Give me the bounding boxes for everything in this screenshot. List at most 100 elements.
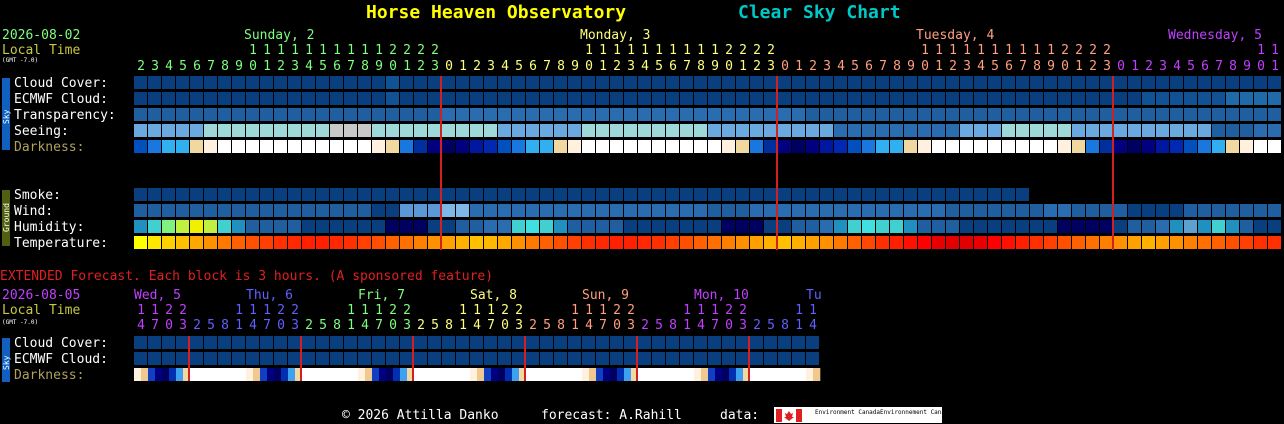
transparency-cell[interactable] — [302, 108, 315, 121]
cloud-cell[interactable] — [512, 76, 525, 89]
seeing-cell[interactable] — [946, 124, 959, 137]
extended-darkness-cell[interactable] — [547, 368, 555, 381]
ecmwf-cell[interactable] — [512, 92, 525, 105]
temperature-cell[interactable] — [442, 236, 455, 249]
temperature-cell[interactable] — [1030, 236, 1043, 249]
humidity-cell[interactable] — [148, 220, 161, 233]
darkness-cell[interactable] — [764, 140, 777, 153]
wind-cell[interactable] — [400, 204, 413, 217]
cloud-cell[interactable] — [148, 76, 161, 89]
transparency-cell[interactable] — [316, 108, 329, 121]
extended-cloud-cell[interactable] — [568, 336, 581, 349]
extended-ecmwf-cell[interactable] — [148, 352, 161, 365]
seeing-cell[interactable] — [652, 124, 665, 137]
ecmwf-cell[interactable] — [1184, 92, 1197, 105]
smoke-cell[interactable] — [1002, 188, 1015, 201]
smoke-cell[interactable] — [442, 188, 455, 201]
extended-cloud-cell[interactable] — [358, 336, 371, 349]
temperature-cell[interactable] — [512, 236, 525, 249]
cloud-cell[interactable] — [484, 76, 497, 89]
ecmwf-cell[interactable] — [1212, 92, 1225, 105]
extended-cloud-cell[interactable] — [708, 336, 721, 349]
temperature-cell[interactable] — [316, 236, 329, 249]
humidity-cell[interactable] — [400, 220, 413, 233]
cloud-cell[interactable] — [526, 76, 539, 89]
ecmwf-cell[interactable] — [260, 92, 273, 105]
extended-ecmwf-cell[interactable] — [638, 352, 651, 365]
seeing-cell[interactable] — [372, 124, 385, 137]
wind-cell[interactable] — [1142, 204, 1155, 217]
transparency-cell[interactable] — [1184, 108, 1197, 121]
ecmwf-cell[interactable] — [456, 92, 469, 105]
transparency-cell[interactable] — [792, 108, 805, 121]
wind-cell[interactable] — [1016, 204, 1029, 217]
darkness-cell[interactable] — [1058, 140, 1071, 153]
extended-darkness-cell[interactable] — [736, 368, 744, 381]
cloud-cell[interactable] — [1226, 76, 1239, 89]
temperature-cell[interactable] — [1128, 236, 1141, 249]
extended-cloud-cell[interactable] — [456, 336, 469, 349]
wind-cell[interactable] — [750, 204, 763, 217]
smoke-cell[interactable] — [316, 188, 329, 201]
cloud-cell[interactable] — [1016, 76, 1029, 89]
temperature-cell[interactable] — [1254, 236, 1267, 249]
temperature-cell[interactable] — [358, 236, 371, 249]
ecmwf-cell[interactable] — [344, 92, 357, 105]
smoke-cell[interactable] — [526, 188, 539, 201]
darkness-cell[interactable] — [680, 140, 693, 153]
seeing-cell[interactable] — [1114, 124, 1127, 137]
extended-darkness-cell[interactable] — [582, 368, 590, 381]
wind-cell[interactable] — [568, 204, 581, 217]
ecmwf-cell[interactable] — [428, 92, 441, 105]
extended-ecmwf-cell[interactable] — [134, 352, 147, 365]
ecmwf-cell[interactable] — [484, 92, 497, 105]
extended-ecmwf-cell[interactable] — [176, 352, 189, 365]
extended-cloud-cell[interactable] — [400, 336, 413, 349]
transparency-cell[interactable] — [610, 108, 623, 121]
ecmwf-cell[interactable] — [666, 92, 679, 105]
cloud-cell[interactable] — [344, 76, 357, 89]
cloud-cell[interactable] — [1100, 76, 1113, 89]
wind-cell[interactable] — [134, 204, 147, 217]
humidity-cell[interactable] — [274, 220, 287, 233]
cloud-cell[interactable] — [260, 76, 273, 89]
humidity-cell[interactable] — [288, 220, 301, 233]
extended-ecmwf-cell[interactable] — [246, 352, 259, 365]
extended-cloud-cell[interactable] — [442, 336, 455, 349]
smoke-cell[interactable] — [904, 188, 917, 201]
transparency-cell[interactable] — [680, 108, 693, 121]
temperature-cell[interactable] — [680, 236, 693, 249]
extended-darkness-cell[interactable] — [694, 368, 702, 381]
transparency-cell[interactable] — [722, 108, 735, 121]
smoke-cell[interactable] — [232, 188, 245, 201]
ecmwf-cell[interactable] — [302, 92, 315, 105]
seeing-cell[interactable] — [1072, 124, 1085, 137]
extended-ecmwf-cell[interactable] — [204, 352, 217, 365]
darkness-cell[interactable] — [1086, 140, 1099, 153]
transparency-cell[interactable] — [904, 108, 917, 121]
seeing-cell[interactable] — [470, 124, 483, 137]
temperature-cell[interactable] — [302, 236, 315, 249]
cloud-cell[interactable] — [330, 76, 343, 89]
extended-darkness-cell[interactable] — [302, 368, 310, 381]
temperature-cell[interactable] — [1016, 236, 1029, 249]
wind-cell[interactable] — [540, 204, 553, 217]
humidity-cell[interactable] — [960, 220, 973, 233]
transparency-cell[interactable] — [652, 108, 665, 121]
seeing-cell[interactable] — [1100, 124, 1113, 137]
humidity-cell[interactable] — [176, 220, 189, 233]
extended-darkness-cell[interactable] — [666, 368, 674, 381]
ecmwf-cell[interactable] — [134, 92, 147, 105]
darkness-cell[interactable] — [554, 140, 567, 153]
extended-cloud-cell[interactable] — [498, 336, 511, 349]
darkness-cell[interactable] — [778, 140, 791, 153]
darkness-cell[interactable] — [946, 140, 959, 153]
wind-cell[interactable] — [582, 204, 595, 217]
temperature-cell[interactable] — [1058, 236, 1071, 249]
extended-ecmwf-cell[interactable] — [610, 352, 623, 365]
transparency-cell[interactable] — [1142, 108, 1155, 121]
humidity-cell[interactable] — [988, 220, 1001, 233]
temperature-cell[interactable] — [918, 236, 931, 249]
extended-ecmwf-cell[interactable] — [736, 352, 749, 365]
transparency-cell[interactable] — [288, 108, 301, 121]
